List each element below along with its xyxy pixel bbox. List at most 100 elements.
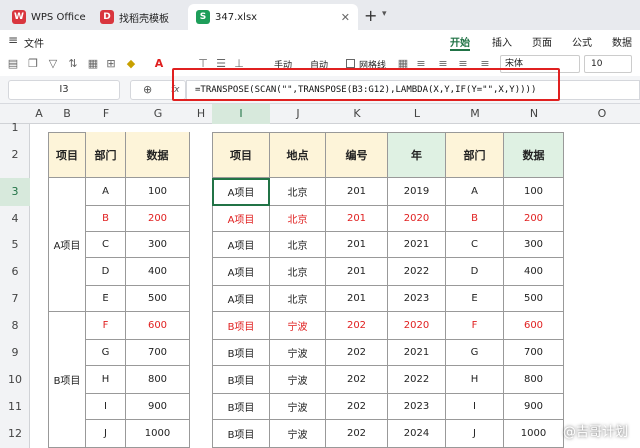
right-table-cell[interactable]: 2021: [388, 232, 446, 258]
right-table-cell[interactable]: 600: [504, 312, 564, 340]
row-header-4[interactable]: 4: [0, 206, 30, 232]
left-header-dept[interactable]: 部门: [86, 132, 126, 178]
left-data-cell[interactable]: 500: [126, 286, 190, 312]
right-table-cell[interactable]: 1000: [504, 420, 564, 448]
right-table-cell[interactable]: 300: [504, 232, 564, 258]
row-header-3[interactable]: 3: [0, 178, 30, 206]
left-data-cell[interactable]: 800: [126, 366, 190, 394]
zoom-icon[interactable]: ⊕: [143, 83, 152, 96]
column-header-N[interactable]: N: [504, 104, 564, 124]
row-header-6[interactable]: 6: [0, 258, 30, 286]
column-header-J[interactable]: J: [270, 104, 326, 124]
right-table-cell[interactable]: G: [446, 340, 504, 366]
right-header-5[interactable]: 数据: [504, 132, 564, 178]
left-dept-cell[interactable]: J: [86, 420, 126, 448]
tab-347-xlsx[interactable]: S 347.xlsx ✕: [188, 4, 358, 30]
right-table-cell[interactable]: I: [446, 394, 504, 420]
align-middle-icon[interactable]: ☰: [214, 57, 228, 71]
column-header-O[interactable]: O: [564, 104, 640, 124]
right-table-cell[interactable]: 宁波: [270, 394, 326, 420]
borders-icon[interactable]: ⊞: [104, 57, 118, 71]
name-box[interactable]: I3: [8, 80, 120, 100]
right-table-cell[interactable]: A项目: [212, 258, 270, 286]
gridlines-checkbox[interactable]: [346, 59, 355, 68]
left-data-cell[interactable]: 600: [126, 312, 190, 340]
row-header-1[interactable]: 1: [0, 122, 30, 133]
right-table-cell[interactable]: 宁波: [270, 340, 326, 366]
left-data-cell[interactable]: 400: [126, 258, 190, 286]
right-header-3[interactable]: 年: [388, 132, 446, 178]
right-table-cell[interactable]: 800: [504, 366, 564, 394]
right-table-cell[interactable]: 北京: [270, 232, 326, 258]
left-dept-cell[interactable]: I: [86, 394, 126, 420]
right-table-cell[interactable]: B项目: [212, 366, 270, 394]
function-box[interactable]: ⊕ fx: [130, 80, 186, 100]
right-table-cell[interactable]: A项目: [212, 206, 270, 232]
column-header-K[interactable]: K: [326, 104, 388, 124]
align-top-icon[interactable]: ⊤: [196, 57, 210, 71]
right-table-cell[interactable]: B项目: [212, 312, 270, 340]
close-icon[interactable]: ✕: [341, 11, 350, 24]
row-header-2[interactable]: 2: [0, 132, 30, 178]
font-color-icon[interactable]: A: [152, 57, 166, 71]
align-center-icon[interactable]: ≡: [436, 57, 450, 71]
right-table-cell[interactable]: 北京: [270, 286, 326, 312]
right-table-cell[interactable]: B项目: [212, 340, 270, 366]
column-header-B[interactable]: B: [48, 104, 86, 124]
fill-color-icon[interactable]: ◆: [124, 57, 138, 71]
left-data-cell[interactable]: 100: [126, 178, 190, 206]
left-data-cell[interactable]: 900: [126, 394, 190, 420]
left-dept-cell[interactable]: A: [86, 178, 126, 206]
right-table-cell[interactable]: A项目: [212, 232, 270, 258]
right-header-0[interactable]: 项目: [212, 132, 270, 178]
right-table-cell[interactable]: 北京: [270, 206, 326, 232]
left-header-project[interactable]: 项目: [48, 132, 86, 178]
right-table-cell[interactable]: 201: [326, 206, 388, 232]
right-table-cell[interactable]: A项目: [212, 286, 270, 312]
right-table-cell[interactable]: 201: [326, 286, 388, 312]
row-header-5[interactable]: 5: [0, 232, 30, 258]
right-table-cell[interactable]: 2024: [388, 420, 446, 448]
right-table-cell[interactable]: 202: [326, 394, 388, 420]
row-header-7[interactable]: 7: [0, 286, 30, 312]
right-table-cell[interactable]: A项目: [212, 178, 270, 206]
column-header-H[interactable]: H: [190, 104, 212, 124]
tab-home[interactable]: 开始: [450, 34, 470, 49]
sheet-grid[interactable]: 项目 部门 数据 A项目 A 100 B 200 C 300 D 400 E 500 B项目 F 600 G 700…: [30, 124, 640, 448]
right-table-cell[interactable]: 2023: [388, 394, 446, 420]
tab-data[interactable]: 数据: [612, 34, 632, 49]
align-left-icon[interactable]: ≡: [414, 57, 428, 71]
filter-icon[interactable]: ▽: [46, 57, 60, 71]
right-table-cell[interactable]: 202: [326, 366, 388, 394]
right-table-cell[interactable]: 2019: [388, 178, 446, 206]
left-header-data[interactable]: 数据: [126, 132, 190, 178]
tab-docer-templates[interactable]: D 找稻壳模板: [92, 4, 184, 30]
tab-formula[interactable]: 公式: [572, 34, 592, 49]
left-project-cell[interactable]: A项目: [48, 178, 86, 312]
right-table-cell[interactable]: B: [446, 206, 504, 232]
right-table-cell[interactable]: 北京: [270, 178, 326, 206]
right-table-cell[interactable]: 201: [326, 258, 388, 286]
right-table-cell[interactable]: C: [446, 232, 504, 258]
formula-input[interactable]: =TRANSPOSE(SCAN("",TRANSPOSE(B3:G12),LAM…: [186, 80, 640, 100]
left-dept-cell[interactable]: C: [86, 232, 126, 258]
column-header-F[interactable]: F: [86, 104, 126, 124]
column-header-L[interactable]: L: [388, 104, 446, 124]
right-table-cell[interactable]: 宁波: [270, 420, 326, 448]
right-table-cell[interactable]: 201: [326, 232, 388, 258]
row-header-10[interactable]: 10: [0, 366, 30, 394]
right-table-cell[interactable]: 900: [504, 394, 564, 420]
column-header-M[interactable]: M: [446, 104, 504, 124]
right-table-cell[interactable]: J: [446, 420, 504, 448]
right-table-cell[interactable]: 2022: [388, 258, 446, 286]
right-table-cell[interactable]: 2020: [388, 312, 446, 340]
left-dept-cell[interactable]: F: [86, 312, 126, 340]
row-header-9[interactable]: 9: [0, 340, 30, 366]
right-table-cell[interactable]: 202: [326, 420, 388, 448]
left-dept-cell[interactable]: D: [86, 258, 126, 286]
row-header-12[interactable]: 12: [0, 420, 30, 448]
font-family-select[interactable]: 宋体: [500, 55, 580, 73]
right-table-cell[interactable]: B项目: [212, 420, 270, 448]
right-header-4[interactable]: 部门: [446, 132, 504, 178]
right-table-cell[interactable]: 201: [326, 178, 388, 206]
